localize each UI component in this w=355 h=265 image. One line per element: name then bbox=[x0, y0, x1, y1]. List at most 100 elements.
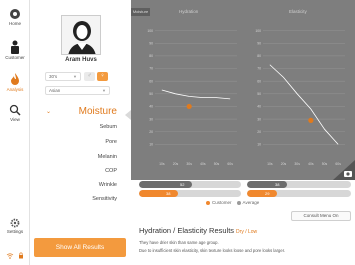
nav-settings-label: Settings bbox=[6, 229, 24, 234]
y-tick-label: 90 bbox=[149, 41, 153, 45]
area-select[interactable]: Asian ▼ bbox=[45, 86, 110, 95]
hydration-average-value: 52 bbox=[180, 182, 185, 187]
x-tick-label: 50s bbox=[214, 162, 220, 166]
nav-analysis-label: Analysis bbox=[6, 87, 24, 92]
result-title-text: Hydration / Elasticity Results bbox=[139, 226, 235, 235]
category-sebum[interactable]: Sebum bbox=[100, 124, 117, 130]
legend-customer: Customer bbox=[212, 200, 232, 205]
elasticity-chart: 100 90 80 70 60 50 40 30 20 10 10s 20s 30s 40s 50s 60s bbox=[249, 12, 349, 169]
user-silhouette-icon bbox=[68, 21, 96, 54]
y-tick-label: 50 bbox=[149, 92, 153, 96]
elasticity-customer-bar: 29 bbox=[247, 190, 351, 197]
nav-customer[interactable]: Customer bbox=[0, 40, 30, 60]
nav-customer-label: Customer bbox=[5, 55, 25, 60]
category-wrinkle[interactable]: Wrinkle bbox=[99, 182, 117, 188]
hydration-customer-value: 38 bbox=[166, 191, 171, 196]
elasticity-average-bar: 38 bbox=[247, 181, 351, 188]
elasticity-average-fill bbox=[247, 181, 287, 188]
chevron-down-icon: ⌄ bbox=[45, 109, 51, 115]
nav-analysis[interactable]: Analysis bbox=[0, 72, 30, 92]
x-tick-label: 50s bbox=[322, 162, 328, 166]
nav-home[interactable]: Home bbox=[0, 8, 30, 26]
nav-sidebar: Home Customer Analysis View Settings bbox=[0, 0, 30, 265]
category-cop[interactable]: COP bbox=[105, 168, 117, 174]
y-tick-label: 70 bbox=[257, 67, 261, 71]
status-icons bbox=[0, 246, 30, 264]
home-icon bbox=[10, 9, 20, 19]
customer-point bbox=[308, 117, 314, 123]
y-tick-label: 60 bbox=[257, 79, 261, 83]
legend-average: Average bbox=[242, 200, 260, 205]
area-value: Asian bbox=[49, 88, 61, 93]
customer-icon bbox=[11, 40, 19, 54]
x-tick-label: 10s bbox=[159, 162, 165, 166]
y-tick-label: 20 bbox=[149, 130, 153, 134]
x-tick-label: 20s bbox=[281, 162, 287, 166]
customer-legend-dot bbox=[206, 200, 210, 205]
chevron-down-icon: ▼ bbox=[102, 88, 106, 93]
x-tick-label: 40s bbox=[308, 162, 314, 166]
result-line-1: They have drier skin than same age group… bbox=[139, 240, 219, 245]
nav-view[interactable]: View bbox=[0, 104, 30, 122]
elasticity-average-value: 38 bbox=[275, 182, 280, 187]
consult-menu-button[interactable]: Consult Menu On bbox=[291, 211, 351, 221]
legend: Customer Average bbox=[206, 200, 259, 205]
gear-icon bbox=[10, 218, 20, 228]
male-icon: ♂ bbox=[87, 73, 92, 79]
y-tick-label: 100 bbox=[255, 29, 261, 33]
category-moisture[interactable]: Moisture bbox=[79, 106, 117, 117]
y-tick-label: 40 bbox=[257, 105, 261, 109]
customer-point bbox=[186, 103, 192, 110]
lock-icon bbox=[19, 252, 24, 259]
wifi-icon bbox=[6, 253, 14, 259]
x-tick-label: 10s bbox=[267, 162, 273, 166]
results-area: Moisture Hydration Elasticity 100 90 80 70 6… bbox=[131, 0, 355, 265]
y-tick-label: 30 bbox=[149, 117, 153, 121]
analysis-flame-icon bbox=[11, 73, 19, 85]
x-tick-label: 30s bbox=[186, 162, 192, 166]
elasticity-customer-fill bbox=[247, 190, 277, 197]
category-melanin[interactable]: Melanin bbox=[98, 154, 117, 160]
male-toggle[interactable]: ♂ bbox=[84, 72, 95, 81]
hydration-chart-svg: 100 90 80 70 60 50 40 30 20 10 10s 20s 30s 40s 50s 60s bbox=[147, 29, 237, 166]
result-tag: Dry / Low bbox=[236, 229, 258, 235]
category-pore[interactable]: Pore bbox=[105, 139, 117, 145]
avatar bbox=[61, 15, 101, 55]
nav-settings[interactable]: Settings bbox=[0, 218, 30, 234]
y-tick-label: 10 bbox=[257, 143, 261, 147]
nav-home-label: Home bbox=[8, 21, 21, 26]
age-value: 30's bbox=[49, 74, 58, 79]
y-tick-label: 50 bbox=[257, 92, 261, 96]
y-tick-label: 60 bbox=[149, 79, 153, 83]
camera-button[interactable] bbox=[333, 160, 355, 180]
nav-view-label: View bbox=[10, 117, 20, 122]
chart-panel: Moisture Hydration Elasticity 100 90 80 70 6… bbox=[131, 0, 355, 180]
y-tick-label: 20 bbox=[257, 130, 261, 134]
x-tick-label: 20s bbox=[173, 162, 179, 166]
category-sensitivity[interactable]: Sensitivity bbox=[92, 196, 117, 202]
series-line bbox=[269, 64, 339, 145]
x-tick-label: 60s bbox=[227, 162, 233, 166]
camera-icon bbox=[333, 160, 355, 180]
show-all-results-button[interactable]: Show All Results bbox=[34, 238, 126, 257]
age-select[interactable]: 30's ▼ bbox=[45, 72, 81, 81]
y-tick-label: 30 bbox=[257, 117, 261, 121]
y-tick-label: 80 bbox=[257, 54, 261, 58]
x-tick-label: 40s bbox=[200, 162, 206, 166]
y-tick-label: 10 bbox=[149, 143, 153, 147]
series-line bbox=[161, 89, 231, 100]
elasticity-customer-value: 29 bbox=[265, 191, 270, 196]
elasticity-chart-svg: 10090807060504030201010s 20s 30s 40s 50s 60s bbox=[255, 29, 345, 166]
chevron-down-icon: ▼ bbox=[73, 74, 77, 79]
female-icon: ♀ bbox=[100, 73, 105, 79]
hydration-chart: 100 90 80 70 60 50 40 30 20 10 10s 20s 30s 40s 50s 60s bbox=[141, 12, 241, 169]
search-icon bbox=[9, 104, 21, 116]
profile-panel: Aram Huvs 30's ▼ ♂ ♀ Asian ▼ ⌄ Moisture … bbox=[31, 0, 131, 265]
female-toggle[interactable]: ♀ bbox=[97, 72, 108, 81]
customer-name: Aram Huvs bbox=[65, 57, 97, 63]
y-tick-label: 100 bbox=[147, 29, 153, 33]
y-tick-label: 80 bbox=[149, 54, 153, 58]
y-tick-label: 40 bbox=[149, 105, 153, 109]
hydration-customer-bar: 38 bbox=[139, 190, 241, 197]
result-title: Hydration / Elasticity Results Dry / Low bbox=[139, 226, 257, 235]
